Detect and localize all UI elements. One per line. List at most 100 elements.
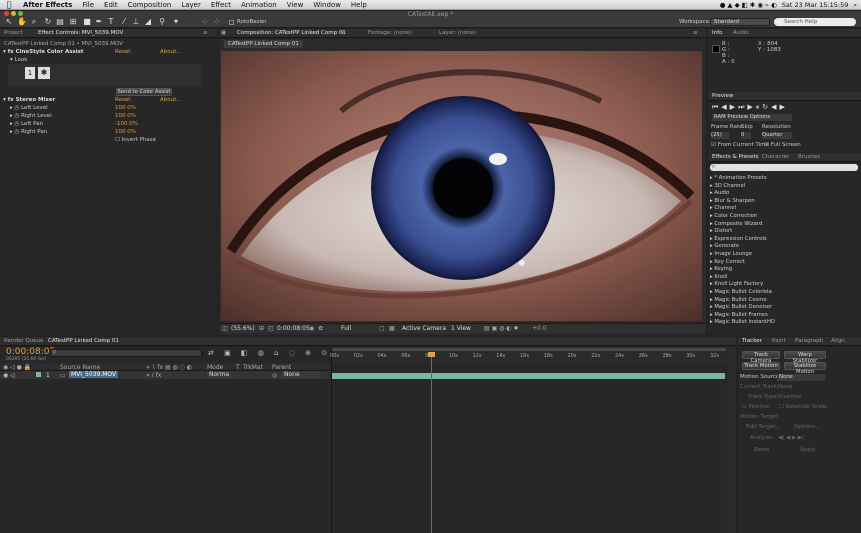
work-area-bar[interactable]: [332, 348, 726, 351]
tab-paragraph[interactable]: Paragraph: [795, 338, 823, 344]
tab-paint[interactable]: Paint: [772, 338, 786, 344]
effects-category-item[interactable]: ▸ Knoll: [710, 274, 727, 282]
timeline-search-input[interactable]: P: [50, 349, 202, 357]
effect-cinestyle[interactable]: ▾ fx CineStyle Color Assist: [3, 49, 84, 57]
effect1-about-link[interactable]: About...: [160, 49, 182, 57]
apply-button[interactable]: Apply: [800, 447, 816, 455]
motion-source-select[interactable]: None: [777, 374, 825, 381]
menu-app[interactable]: After Effects: [18, 1, 77, 9]
timeline-switch-icons[interactable]: ⇄ ▣ ◧ ◍ ⌂ ◌ ⊕ ⊙ ⋯: [208, 349, 348, 357]
stopwatch-icon[interactable]: ◷: [15, 121, 20, 127]
track-motion-button[interactable]: Track Motion: [742, 362, 780, 370]
effects-search-input[interactable]: ⌕: [710, 164, 858, 171]
timeline-timecode[interactable]: 0:00:08:05: [6, 347, 55, 357]
options-button[interactable]: Options...: [794, 424, 820, 432]
effect1-reset-link[interactable]: Reset: [115, 49, 130, 57]
parent-pickwhip-icon[interactable]: ◎: [272, 372, 277, 379]
effects-category-item[interactable]: ▸ Magic Bullet InstantHD: [710, 319, 775, 327]
workspace-select[interactable]: Standard: [710, 18, 770, 26]
frame-rate-select[interactable]: (25): [711, 132, 729, 139]
fx-icon[interactable]: fx: [8, 49, 14, 55]
tab-audio[interactable]: Audio: [733, 30, 749, 36]
col-mode[interactable]: Mode: [207, 364, 223, 371]
spotlight-icon[interactable]: ⌕: [853, 1, 857, 10]
from-current-time-checkbox[interactable]: ☑ From Current Time: [711, 142, 769, 150]
effects-category-item[interactable]: ▸ Composite Wizard: [710, 221, 762, 229]
analyze-controls[interactable]: ◀| ◀ ▶ ▶|: [778, 435, 804, 443]
layer-name[interactable]: MVI_5039.MOV: [69, 371, 119, 378]
param-value[interactable]: 100.0%: [115, 113, 136, 121]
tab-timeline-comp[interactable]: CATestPP Linked Comp 01: [48, 338, 119, 344]
effects-category-item[interactable]: ▸ Distort: [710, 228, 732, 236]
viewer-extra-icons[interactable]: ▤ ▣ ◍ ◐ ✸: [484, 325, 518, 332]
menu-effect[interactable]: Effect: [206, 1, 236, 9]
clone-stamp-tool-icon[interactable]: ⊥: [131, 17, 141, 27]
layer-label-color[interactable]: [36, 372, 41, 377]
camera-select[interactable]: Active Camera: [402, 325, 446, 332]
skip-input[interactable]: 0: [741, 132, 751, 139]
col-t[interactable]: T: [236, 364, 240, 371]
layer-row[interactable]: ◉ ◁ 1 ▭ MVI_5039.MOV ⋄ ∕ fx Norma ◎ None: [0, 371, 330, 379]
layer-switches[interactable]: ⋄ ∕ fx: [146, 372, 161, 379]
switches-icons[interactable]: ⋄ ∖ fx ▤ ◍ ◌ ◐: [146, 364, 192, 371]
fx-icon[interactable]: fx: [8, 97, 14, 103]
menu-edit[interactable]: Edit: [99, 1, 123, 9]
col-source-name[interactable]: Source Name: [60, 364, 100, 371]
roto-brush-tool-icon[interactable]: ⚲: [157, 17, 167, 27]
show-channel-icon[interactable]: ✿: [318, 325, 323, 332]
param-value[interactable]: 100.0%: [115, 105, 136, 113]
menu-composition[interactable]: Composition: [123, 1, 177, 9]
effects-category-item[interactable]: ▸ Channel: [710, 205, 736, 213]
apple-icon[interactable]: : [0, 0, 18, 9]
tab-render-queue[interactable]: Render Queue: [4, 338, 43, 344]
tab-tracker[interactable]: Tracker: [742, 338, 762, 344]
status-icons[interactable]: ● ▲ ◆ ◧ ✱ ◉ ⌁ ◐: [720, 1, 777, 9]
axis-world-icon[interactable]: ⊹: [212, 17, 222, 27]
reset-button[interactable]: Reset: [754, 447, 769, 455]
tab-align[interactable]: Align: [831, 338, 845, 344]
track-type-select[interactable]: Stabilize: [778, 394, 801, 402]
mask-icon[interactable]: ◰: [268, 325, 274, 332]
effects-category-item[interactable]: ▸ Key Correct: [710, 259, 745, 267]
stabilize-motion-button[interactable]: Stabilize Motion: [784, 362, 826, 375]
panel-menu-icon[interactable]: ≡: [693, 30, 698, 36]
effects-category-item[interactable]: ▸ Magic Bullet Denoiser: [710, 304, 772, 312]
tab-info[interactable]: Info: [712, 30, 722, 36]
brush-tool-icon[interactable]: ⁄: [119, 17, 129, 27]
effects-category-item[interactable]: ▸ Magic Bullet Cosmo: [710, 297, 767, 305]
effects-category-item[interactable]: ▸ * Animation Presets: [710, 175, 767, 183]
param-value[interactable]: 100.0%: [115, 129, 136, 137]
stopwatch-icon[interactable]: ◷: [15, 105, 20, 111]
tab-footage[interactable]: Footage: (none): [368, 30, 412, 36]
effects-category-item[interactable]: ▸ Keying: [710, 266, 732, 274]
pan-behind-tool-icon[interactable]: ⊞: [68, 17, 78, 27]
warp-stabilizer-button[interactable]: Warp Stabilizer: [784, 351, 826, 364]
effects-category-item[interactable]: ▸ 3D Channel: [710, 183, 745, 191]
menu-animation[interactable]: Animation: [236, 1, 282, 9]
comp-viewer[interactable]: [221, 51, 702, 321]
scale-checkbox[interactable]: ☐ Scale: [805, 404, 827, 412]
menu-help[interactable]: Help: [346, 1, 372, 9]
menu-window[interactable]: Window: [308, 1, 346, 9]
layer-parent-select[interactable]: None: [282, 371, 320, 378]
type-tool-icon[interactable]: T: [106, 17, 116, 27]
exposure-value[interactable]: +0.0: [532, 325, 547, 332]
effects-category-item[interactable]: ▸ Color Correction: [710, 213, 757, 221]
send-to-color-assist-button[interactable]: Send to Color Assist: [116, 88, 172, 96]
tab-effect-controls[interactable]: Effect Controls: MVI_5039.MOV: [38, 30, 123, 36]
eraser-tool-icon[interactable]: ◢: [143, 17, 153, 27]
comp-dropdown-icon[interactable]: ▾: [341, 30, 344, 36]
snapshot-icon[interactable]: ◉: [309, 325, 314, 332]
track-camera-button[interactable]: Track Camera: [742, 351, 780, 364]
color-assist-icon[interactable]: ✱: [38, 67, 50, 79]
lock-icon[interactable]: ▣: [221, 30, 226, 36]
playhead[interactable]: [430, 352, 432, 533]
layer-duration-bar[interactable]: [332, 373, 725, 379]
tab-project[interactable]: Project: [4, 30, 23, 36]
resolution-select[interactable]: Full: [341, 325, 351, 332]
always-preview-icon[interactable]: ◫: [222, 325, 228, 332]
view-layout-select[interactable]: 1 View: [451, 325, 471, 332]
timeline-scrollbar[interactable]: [727, 347, 735, 533]
axis-local-icon[interactable]: ⊹: [200, 17, 210, 27]
menu-file[interactable]: File: [77, 1, 99, 9]
